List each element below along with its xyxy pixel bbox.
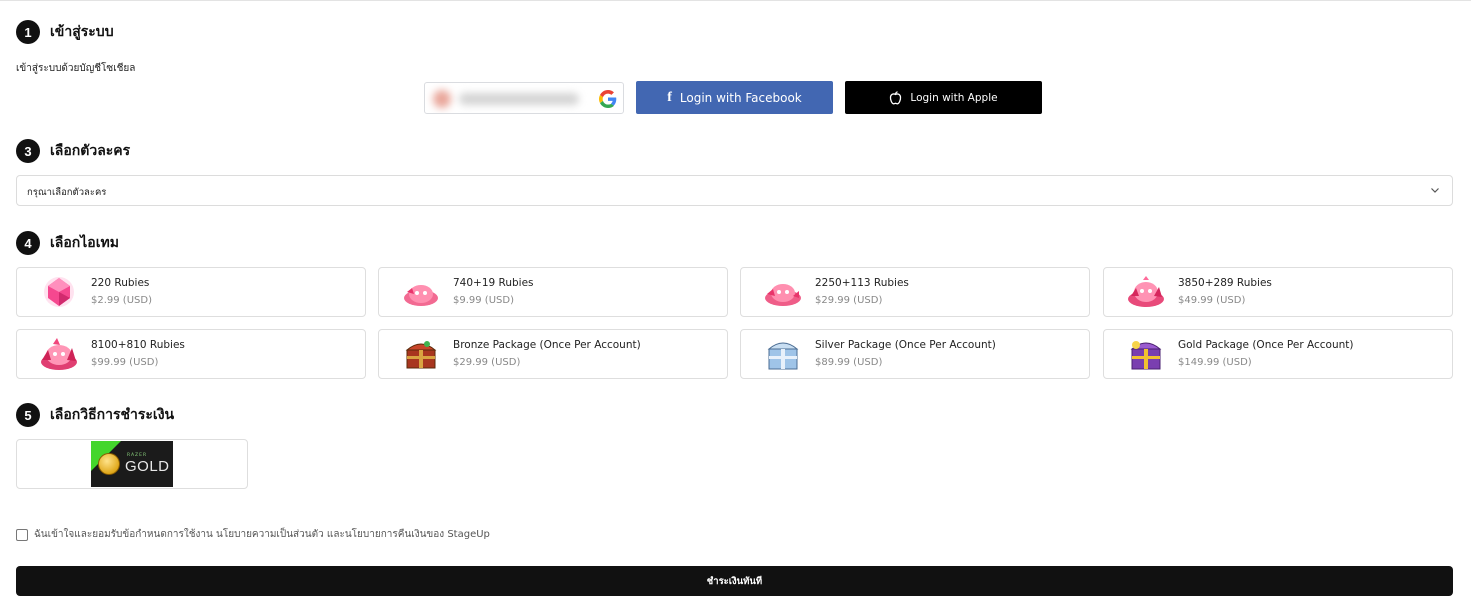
item-name: 2250+113 Rubies [815, 277, 909, 289]
step-number: 5 [16, 403, 40, 427]
step-title: เลือกวิธีการชำระเงิน [50, 407, 175, 423]
item-card[interactable]: Bronze Package (Once Per Account) $29.99… [378, 329, 728, 379]
google-account-blurred [433, 89, 593, 109]
apple-icon [890, 90, 902, 104]
step-title: เลือกไอเทม [50, 235, 119, 251]
step-character-header: 3 เลือกตัวละคร [16, 139, 130, 163]
razer-coin-icon [98, 453, 120, 475]
top-divider [0, 0, 1471, 1]
pay-now-button[interactable]: ชำระเงินทันที [16, 566, 1453, 596]
item-price: $99.99 (USD) [91, 357, 159, 368]
gold-chest-icon [1130, 341, 1162, 370]
ruby-pile-icon [404, 285, 438, 306]
item-card[interactable]: 8100+810 Rubies $99.99 (USD) [16, 329, 366, 379]
step-title: เลือกตัวละคร [50, 143, 131, 159]
item-name: 8100+810 Rubies [91, 339, 185, 351]
step-number: 3 [16, 139, 40, 163]
item-name: 3850+289 Rubies [1178, 277, 1272, 289]
step-login-header: 1 เข้าสู่ระบบ [16, 20, 114, 44]
item-card[interactable]: 740+19 Rubies $9.99 (USD) [378, 267, 728, 317]
item-card[interactable]: 3850+289 Rubies $49.99 (USD) [1103, 267, 1453, 317]
item-name: 740+19 Rubies [453, 277, 534, 289]
item-name: Gold Package (Once Per Account) [1178, 339, 1354, 351]
item-price: $29.99 (USD) [453, 357, 521, 368]
item-name: 220 Rubies [91, 277, 150, 289]
step-items-header: 4 เลือกไอเทม [16, 231, 119, 255]
item-card[interactable]: Gold Package (Once Per Account) $149.99 … [1103, 329, 1453, 379]
apple-login-label: Login with Apple [910, 91, 998, 104]
step-number: 4 [16, 231, 40, 255]
step-number: 1 [16, 20, 40, 44]
character-select[interactable]: กรุณาเลือกตัวละคร [16, 175, 1453, 206]
item-price: $49.99 (USD) [1178, 295, 1246, 306]
razer-gold-logo: RAZER GOLD [91, 441, 173, 487]
login-subtitle: เข้าสู่ระบบด้วยบัญชีโซเชียล [16, 63, 136, 74]
razer-brand-label: GOLD [125, 458, 170, 475]
ruby-pile-icon [765, 284, 801, 306]
ruby-pile-icon [41, 338, 77, 370]
facebook-login-label: Login with Facebook [679, 90, 802, 105]
step-title: เข้าสู่ระบบ [50, 24, 114, 40]
item-card[interactable]: 220 Rubies $2.99 (USD) [16, 267, 366, 317]
google-login-button[interactable] [424, 82, 624, 114]
bronze-chest-icon [405, 341, 437, 369]
item-price: $2.99 (USD) [91, 295, 152, 306]
item-name: Silver Package (Once Per Account) [815, 339, 996, 351]
ruby-gem-icon [44, 277, 74, 307]
chevron-down-icon [1431, 188, 1439, 193]
item-card[interactable]: Silver Package (Once Per Account) $89.99… [740, 329, 1090, 379]
payment-method-razer-gold[interactable]: RAZER GOLD [16, 439, 248, 489]
item-name: Bronze Package (Once Per Account) [453, 339, 641, 351]
apple-login-button[interactable]: Login with Apple [845, 81, 1042, 114]
item-price: $89.99 (USD) [815, 357, 883, 368]
pay-now-label: ชำระเงินทันที [706, 575, 763, 587]
google-icon [599, 90, 617, 108]
item-price: $29.99 (USD) [815, 295, 883, 306]
facebook-icon: f [667, 89, 672, 105]
step-payment-header: 5 เลือกวิธีการชำระเงิน [16, 403, 174, 427]
facebook-login-button[interactable]: f Login with Facebook [636, 81, 833, 114]
agreement-checkbox[interactable] [16, 529, 28, 541]
item-price: $149.99 (USD) [1178, 357, 1252, 368]
agreement-text: ฉันเข้าใจและยอมรับข้อกำหนดการใช้งาน นโยบ… [34, 529, 490, 540]
item-price: $9.99 (USD) [453, 295, 514, 306]
ruby-pile-icon [1128, 276, 1164, 307]
character-select-placeholder: กรุณาเลือกตัวละคร [27, 187, 107, 198]
silver-chest-icon [767, 342, 799, 370]
item-card[interactable]: 2250+113 Rubies $29.99 (USD) [740, 267, 1090, 317]
